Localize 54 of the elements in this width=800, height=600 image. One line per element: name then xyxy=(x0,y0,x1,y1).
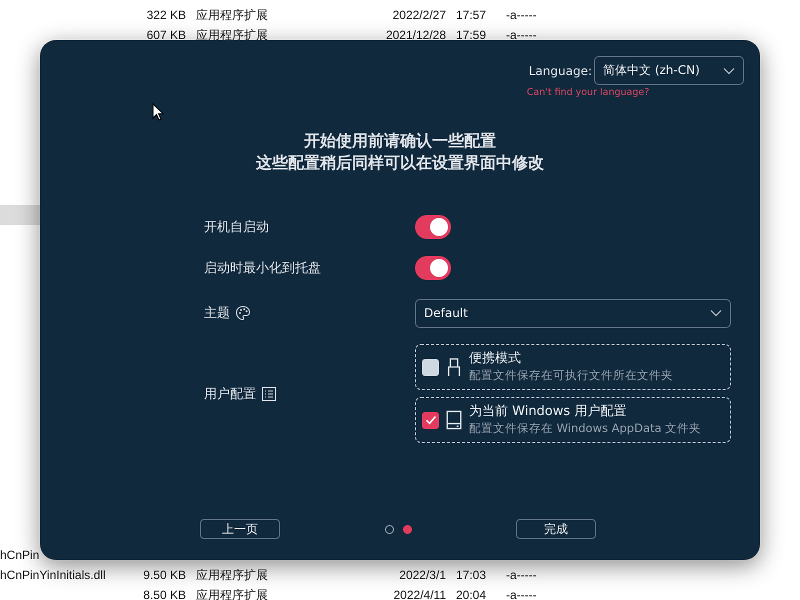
setting-label: 开机自启动 xyxy=(204,218,269,236)
file-type: 应用程序扩展 xyxy=(196,568,268,582)
file-date: 2022/4/11 xyxy=(394,588,446,600)
option-description: 配置文件保存在可执行文件所在文件夹 xyxy=(469,367,673,383)
toggle-switch[interactable] xyxy=(415,256,451,280)
checkbox[interactable] xyxy=(422,412,439,428)
option-title: 便携模式 xyxy=(469,351,522,367)
file-attributes: -a----- xyxy=(506,588,537,600)
file-size: 9.50 KB xyxy=(143,568,186,582)
file-attributes: -a----- xyxy=(506,568,537,582)
option-description: 配置文件保存在 Windows AppData 文件夹 xyxy=(469,420,702,436)
file-time: 17:57 xyxy=(456,8,486,22)
file-time: 17:59 xyxy=(456,28,486,42)
file-date: 2022/2/27 xyxy=(392,8,446,22)
file-attributes: -a----- xyxy=(506,28,537,42)
file-type: 应用程序扩展 xyxy=(196,8,268,22)
back-button[interactable]: 上一页 xyxy=(200,519,280,539)
setting-label: 启动时最小化到托盘 xyxy=(204,260,321,276)
checkbox[interactable] xyxy=(422,358,439,376)
chevron-icon xyxy=(723,66,735,74)
profile-option[interactable]: 便携模式 配置文件保存在可执行文件所在文件夹 xyxy=(415,344,731,390)
drive-icon xyxy=(445,410,463,430)
file-time: 20:04 xyxy=(456,588,486,600)
setting-label: 主题 xyxy=(204,305,230,322)
file-type: 应用程序扩展 xyxy=(196,588,268,600)
list-icon xyxy=(261,386,277,402)
chevron-icon xyxy=(710,309,722,317)
file-date: 2021/12/28 xyxy=(386,28,446,42)
arch-icon xyxy=(445,357,463,377)
profile-option[interactable]: 为当前 Windows 用户配置 配置文件保存在 Windows AppData 文件夹 xyxy=(415,397,731,443)
file-name: hCnPinYinInitials.dll xyxy=(0,568,106,582)
language-label: Language: xyxy=(528,64,592,78)
toggle-switch[interactable] xyxy=(415,214,451,238)
file-size: 322 KB xyxy=(146,8,186,22)
file-type: 应用程序扩展 xyxy=(196,28,268,42)
file-date: 2022/3/1 xyxy=(399,568,446,582)
option-title: 为当前 Windows 用户配置 xyxy=(469,404,628,420)
file-time: 17:03 xyxy=(456,568,486,582)
theme-select[interactable]: Default xyxy=(415,298,731,328)
page-dot[interactable] xyxy=(403,524,412,534)
file-attributes: -a----- xyxy=(506,8,537,22)
setting-label: 用户配置 xyxy=(204,386,256,402)
dialog-subheading: 这些配置稍后同样可以在设置界面中修改 xyxy=(256,152,544,174)
dialog-heading: 开始使用前请确认一些配置 xyxy=(304,130,496,152)
language-select[interactable]: 简体中文 (zh-CN) xyxy=(594,56,744,85)
cursor-icon xyxy=(152,103,164,121)
file-name: hCnPin xyxy=(0,548,40,562)
palette-icon xyxy=(235,305,251,321)
row-highlight xyxy=(0,205,42,225)
file-size: 8.50 KB xyxy=(143,588,186,600)
help-link[interactable]: Can't find your language? xyxy=(526,87,744,98)
finish-button[interactable]: 完成 xyxy=(516,519,596,539)
file-size: 607 KB xyxy=(146,28,186,42)
page-dot[interactable] xyxy=(385,524,394,534)
